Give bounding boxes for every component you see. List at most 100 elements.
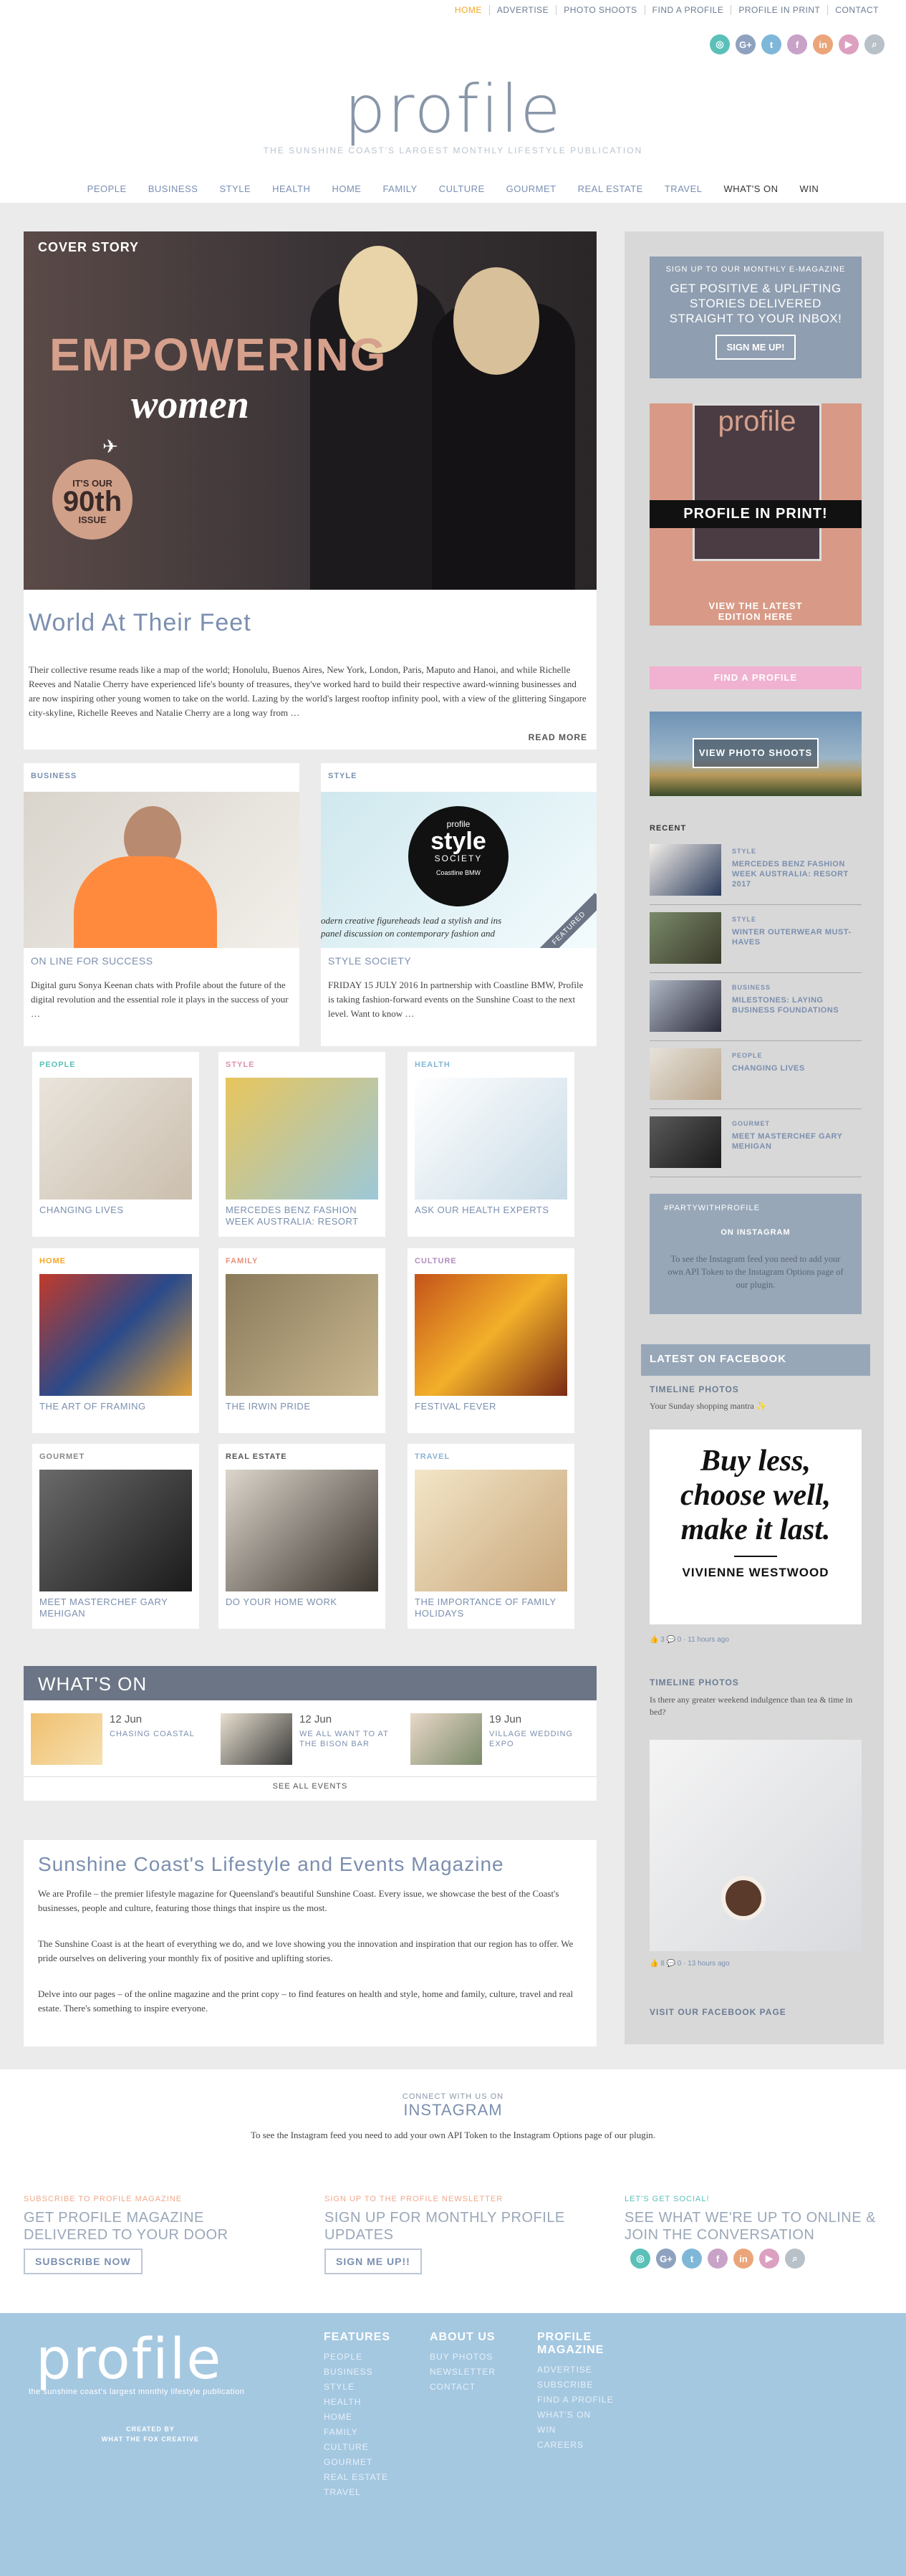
recent-item[interactable]: GOURMET MEET MASTERCHEF GARY MEHIGAN xyxy=(650,1113,862,1177)
recent-title[interactable]: WINTER OUTERWEAR MUST-HAVES xyxy=(732,927,862,947)
event-name[interactable]: VILLAGE WEDDING EXPO xyxy=(489,1729,582,1749)
top-nav-profile-in-print[interactable]: PROFILE IN PRINT xyxy=(731,5,827,15)
timeline-photos-title[interactable]: TIMELINE PHOTOS xyxy=(650,1677,739,1687)
category-card-health[interactable]: HEALTH ASK OUR HEALTH EXPERTS xyxy=(408,1052,574,1237)
nav-item-win[interactable]: WIN xyxy=(800,183,819,194)
search-icon[interactable]: ⌕ xyxy=(864,34,885,54)
category-title[interactable]: FESTIVAL FEVER xyxy=(415,1401,567,1412)
category-title[interactable]: DO YOUR HOME WORK xyxy=(226,1596,378,1608)
facebook-icon[interactable]: f xyxy=(787,34,807,54)
subscribe-now-button[interactable]: SUBSCRIBE NOW xyxy=(24,2249,143,2274)
top-nav-home[interactable]: HOME xyxy=(448,5,489,15)
nav-item-home[interactable]: HOME xyxy=(332,183,361,194)
facebook-icon[interactable]: f xyxy=(708,2249,728,2269)
twitter-icon[interactable]: t xyxy=(682,2249,702,2269)
footer-link[interactable]: NEWSLETTER xyxy=(430,2365,537,2380)
card-title[interactable]: ON LINE FOR SUCCESS xyxy=(31,955,153,967)
event-name[interactable]: WE ALL WANT TO AT THE BISON BAR xyxy=(299,1729,392,1749)
youtube-icon[interactable]: ▶ xyxy=(759,2249,779,2269)
category-title[interactable]: MEET MASTERCHEF GARY MEHIGAN xyxy=(39,1596,192,1619)
category-card-home[interactable]: HOME THE ART OF FRAMING xyxy=(32,1248,199,1433)
recent-item[interactable]: STYLE WINTER OUTERWEAR MUST-HAVES xyxy=(650,909,862,973)
visit-facebook-link[interactable]: VISIT OUR FACEBOOK PAGE xyxy=(650,2007,786,2017)
category-card-gourmet[interactable]: GOURMET MEET MASTERCHEF GARY MEHIGAN xyxy=(32,1444,199,1629)
nav-item-gourmet[interactable]: GOURMET xyxy=(506,183,556,194)
category-card-travel[interactable]: TRAVEL THE IMPORTANCE OF FAMILY HOLIDAYS xyxy=(408,1444,574,1629)
cover-image[interactable]: COVER STORY EMPOWERING women ✈ IT'S OUR … xyxy=(24,231,597,590)
style-card[interactable]: STYLE profile style SOCIETY Coastline BM… xyxy=(321,763,597,1046)
footer-link[interactable]: HEALTH xyxy=(324,2395,431,2410)
twitter-icon[interactable]: t xyxy=(761,34,781,54)
category-card-family[interactable]: FAMILY THE IRWIN PRIDE xyxy=(218,1248,385,1433)
instagram-icon[interactable]: ◎ xyxy=(630,2249,650,2269)
category-title[interactable]: THE IMPORTANCE OF FAMILY HOLIDAYS xyxy=(415,1596,567,1619)
nav-item-people[interactable]: PEOPLE xyxy=(87,183,127,194)
credit-line-2[interactable]: WHAT THE FOX CREATIVE xyxy=(43,2434,258,2444)
event-item[interactable]: 12 Jun CHASING COASTAL xyxy=(31,1713,210,1769)
youtube-icon[interactable]: ▶ xyxy=(839,34,859,54)
business-card[interactable]: BUSINESS ON LINE FOR SUCCESS Digital gur… xyxy=(24,763,299,1046)
site-logo[interactable]: profile THE SUNSHINE COAST'S LARGEST MON… xyxy=(0,75,906,156)
facebook-tea-image[interactable] xyxy=(650,1740,862,1951)
linkedin-icon[interactable]: in xyxy=(733,2249,753,2269)
nav-item-culture[interactable]: CULTURE xyxy=(439,183,485,194)
footer-link[interactable]: PEOPLE xyxy=(324,2350,431,2365)
footer-link[interactable]: WIN xyxy=(537,2423,645,2438)
event-name[interactable]: CHASING COASTAL xyxy=(110,1729,203,1739)
nav-item-business[interactable]: BUSINESS xyxy=(148,183,198,194)
category-card-people[interactable]: PEOPLE CHANGING LIVES xyxy=(32,1052,199,1237)
recent-item[interactable]: STYLE MERCEDES BENZ FASHION WEEK AUSTRALI… xyxy=(650,841,862,905)
google-plus-icon[interactable]: G+ xyxy=(736,34,756,54)
footer-link[interactable]: ADVERTISE xyxy=(537,2362,645,2378)
recent-item[interactable]: BUSINESS MILESTONES: LAYING BUSINESS FOUN… xyxy=(650,977,862,1041)
footer-link[interactable]: FIND A PROFILE xyxy=(537,2393,645,2408)
google-plus-icon[interactable]: G+ xyxy=(656,2249,676,2269)
see-all-events-link[interactable]: SEE ALL EVENTS xyxy=(24,1782,597,1791)
photo-shoots-button[interactable]: VIEW PHOTO SHOOTS xyxy=(693,738,819,768)
recent-title[interactable]: CHANGING LIVES xyxy=(732,1063,805,1073)
footer-link[interactable]: CONTACT xyxy=(430,2380,537,2395)
footer-link[interactable]: SUBSCRIBE xyxy=(537,2378,645,2393)
recent-title[interactable]: MILESTONES: LAYING BUSINESS FOUNDATIONS xyxy=(732,995,862,1015)
top-nav-photo-shoots[interactable]: PHOTO SHOOTS xyxy=(556,5,644,15)
category-card-culture[interactable]: CULTURE FESTIVAL FEVER xyxy=(408,1248,574,1433)
footer-link[interactable]: CAREERS xyxy=(537,2438,645,2453)
instagram-icon[interactable]: ◎ xyxy=(710,34,730,54)
timeline-photos-title[interactable]: TIMELINE PHOTOS xyxy=(650,1384,739,1394)
footer-link[interactable]: CULTURE xyxy=(324,2440,431,2455)
linkedin-icon[interactable]: in xyxy=(813,34,833,54)
footer-link[interactable]: GOURMET xyxy=(324,2455,431,2470)
sign-me-up-button[interactable]: SIGN ME UP!! xyxy=(324,2249,422,2274)
nav-item-what-s-on[interactable]: WHAT'S ON xyxy=(723,183,778,194)
cover-title[interactable]: World At Their Feet xyxy=(29,609,251,637)
footer-link[interactable]: HOME xyxy=(324,2410,431,2425)
footer-link[interactable]: REAL ESTATE xyxy=(324,2470,431,2485)
top-nav-find-profile[interactable]: FIND A PROFILE xyxy=(644,5,731,15)
search-icon[interactable]: ⌕ xyxy=(785,2249,805,2269)
footer-logo[interactable]: profile xyxy=(36,2327,222,2392)
event-item[interactable]: 12 Jun WE ALL WANT TO AT THE BISON BAR xyxy=(221,1713,400,1769)
top-nav-contact[interactable]: CONTACT xyxy=(827,5,886,15)
footer-link[interactable]: BUSINESS xyxy=(324,2365,431,2380)
nav-item-travel[interactable]: TRAVEL xyxy=(665,183,703,194)
category-title[interactable]: CHANGING LIVES xyxy=(39,1205,192,1216)
newsletter-signup-button[interactable]: SIGN ME UP! xyxy=(715,335,796,360)
nav-item-health[interactable]: HEALTH xyxy=(272,183,310,194)
top-nav-advertise[interactable]: ADVERTISE xyxy=(488,5,556,15)
category-title[interactable]: ASK OUR HEALTH EXPERTS xyxy=(415,1205,567,1216)
nav-item-family[interactable]: FAMILY xyxy=(382,183,417,194)
profile-in-print-box[interactable]: profile PROFILE IN PRINT! VIEW THE LATES… xyxy=(650,403,862,626)
photo-shoots-box[interactable]: VIEW PHOTO SHOOTS xyxy=(650,712,862,796)
category-title[interactable]: MERCEDES BENZ FASHION WEEK AUSTRALIA: RE… xyxy=(226,1205,378,1227)
footer-link[interactable]: FAMILY xyxy=(324,2425,431,2440)
recent-title[interactable]: MERCEDES BENZ FASHION WEEK AUSTRALIA: RE… xyxy=(732,859,862,889)
category-title[interactable]: THE IRWIN PRIDE xyxy=(226,1401,378,1412)
footer-link[interactable]: TRAVEL xyxy=(324,2485,431,2500)
recent-title[interactable]: MEET MASTERCHEF GARY MEHIGAN xyxy=(732,1131,862,1151)
facebook-quote-image[interactable]: Buy less, choose well, make it last. VIV… xyxy=(650,1430,862,1624)
read-more-link[interactable]: READ MORE xyxy=(529,732,587,742)
category-card-style[interactable]: STYLE MERCEDES BENZ FASHION WEEK AUSTRALI… xyxy=(218,1052,385,1237)
footer-link[interactable]: STYLE xyxy=(324,2380,431,2395)
recent-item[interactable]: PEOPLE CHANGING LIVES xyxy=(650,1045,862,1109)
event-item[interactable]: 19 Jun VILLAGE WEDDING EXPO xyxy=(410,1713,589,1769)
